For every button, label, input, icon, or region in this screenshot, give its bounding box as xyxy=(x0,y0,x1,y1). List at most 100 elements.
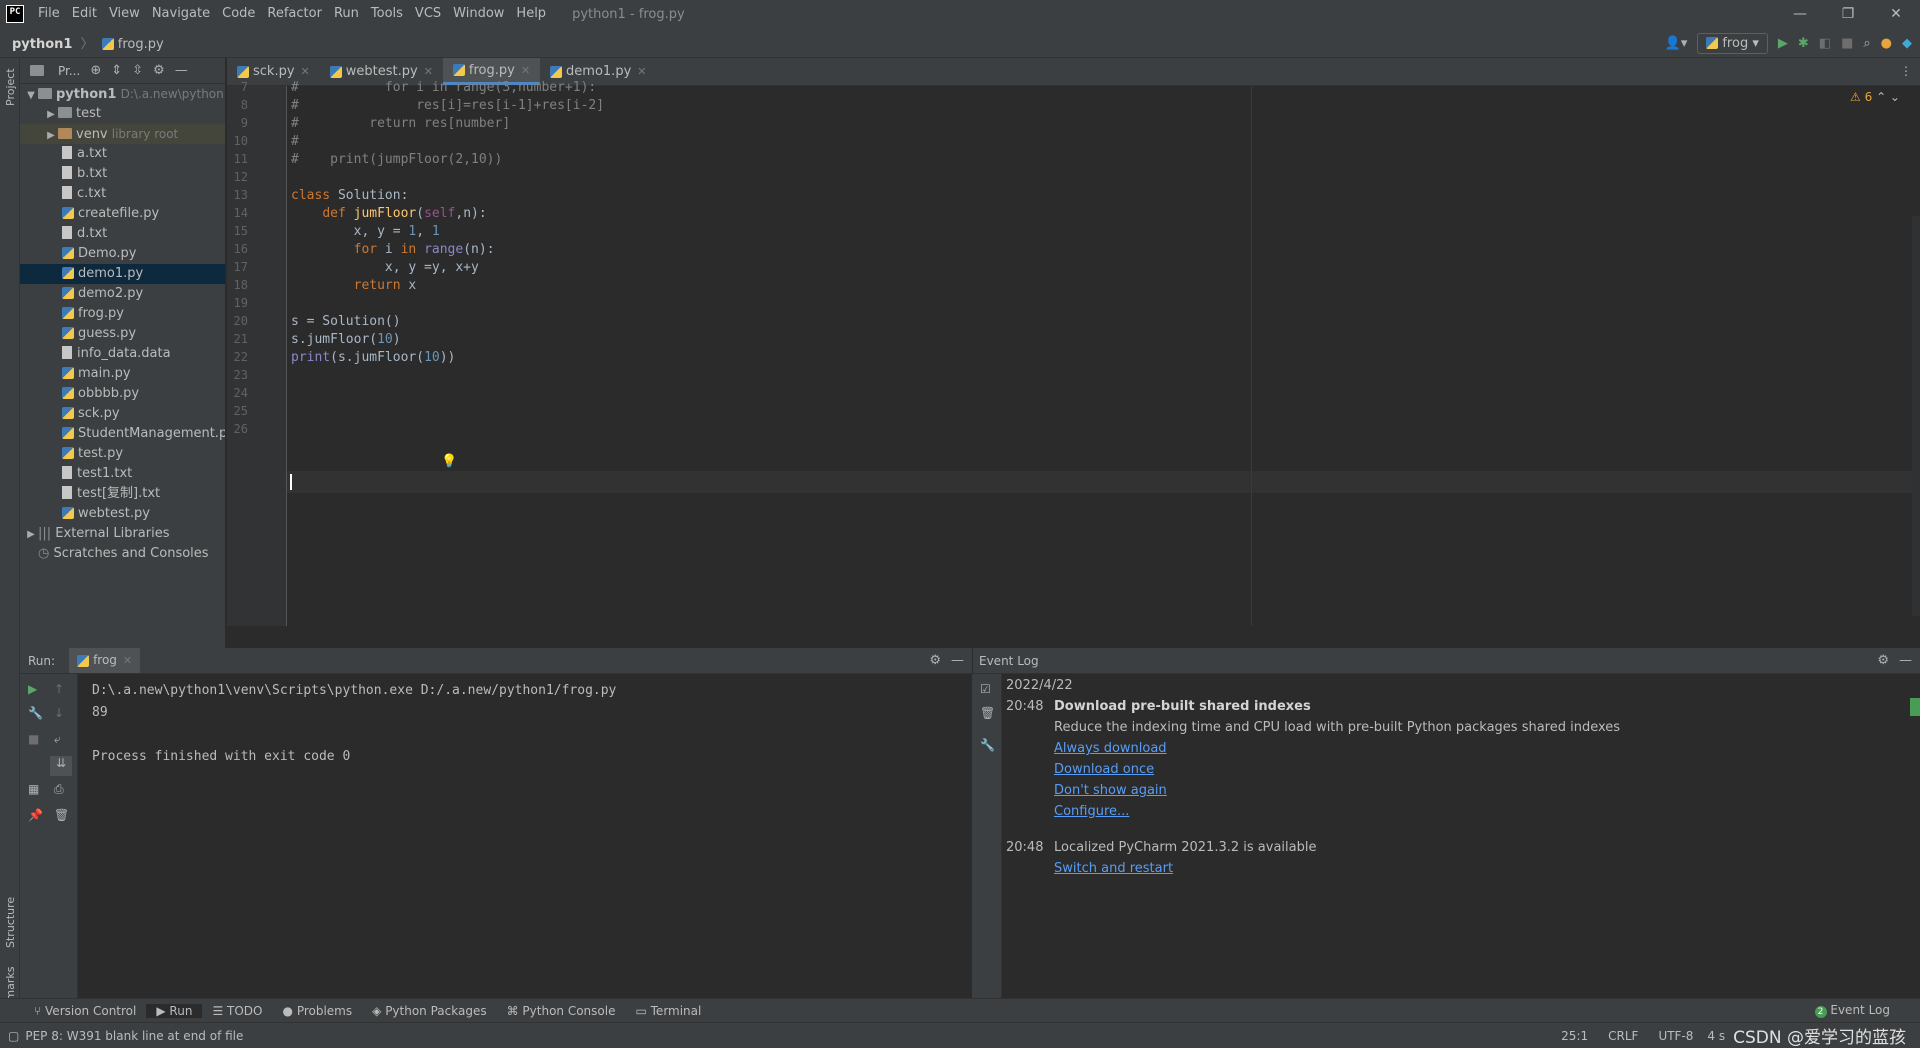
stop-icon[interactable]: ■ xyxy=(1841,36,1853,51)
tree-file[interactable]: createfile.py xyxy=(20,204,225,224)
tree-file[interactable]: a.txt xyxy=(20,144,225,164)
tree-file[interactable]: webtest.py xyxy=(20,504,225,524)
more-icon[interactable]: ⋮ xyxy=(1900,58,1920,85)
close-icon[interactable]: ✕ xyxy=(123,648,132,673)
lightbulb-icon[interactable]: 💡 xyxy=(441,454,457,469)
coverage-icon[interactable]: ◧ xyxy=(1819,36,1831,51)
mark-read-icon[interactable]: ☑ xyxy=(980,682,991,696)
project-view-select[interactable]: Pr... xyxy=(58,64,80,78)
version-control-button[interactable]: ⑂ Version Control xyxy=(24,1004,146,1018)
menu-code[interactable]: Code xyxy=(216,0,261,28)
project-tool-button[interactable]: Project xyxy=(4,68,17,106)
tree-file[interactable]: sck.py xyxy=(20,404,225,424)
up-icon[interactable]: ↑ xyxy=(54,682,64,696)
python-packages-button[interactable]: ◈ Python Packages xyxy=(362,1004,496,1018)
configure-link[interactable]: Configure... xyxy=(1054,804,1129,819)
external-libraries[interactable]: ▶ ||| External Libraries xyxy=(20,524,225,544)
code-editor[interactable]: ⚠ 6 ⌃ ⌄ 💡 # for i in range(3,number+1): #… xyxy=(287,80,1920,626)
close-icon[interactable]: ✕ xyxy=(637,58,646,85)
breadcrumb-project[interactable]: python1 xyxy=(12,37,72,52)
rerun-icon[interactable]: ▶ xyxy=(28,682,37,696)
soft-wrap-icon[interactable]: ⤶ xyxy=(54,732,61,747)
update-icon[interactable]: ● xyxy=(1881,36,1892,51)
run-icon[interactable]: ▶ xyxy=(1778,36,1788,51)
trash-icon[interactable]: 🗑 xyxy=(54,808,69,822)
tree-file[interactable]: b.txt xyxy=(20,164,225,184)
download-once-link[interactable]: Download once xyxy=(1054,762,1154,777)
menu-window[interactable]: Window xyxy=(447,0,510,28)
user-icon[interactable]: 👤▾ xyxy=(1665,36,1688,51)
tree-file[interactable]: c.txt xyxy=(20,184,225,204)
print-icon[interactable]: ⎙ xyxy=(54,782,64,797)
scratches-and-consoles[interactable]: ◷ Scratches and Consoles xyxy=(20,544,225,564)
stop-icon[interactable]: ■ xyxy=(28,732,39,746)
hide-icon[interactable]: — xyxy=(175,63,188,78)
python-console-button[interactable]: ⌘ Python Console xyxy=(497,1004,626,1018)
menu-edit[interactable]: Edit xyxy=(66,0,103,28)
close-button[interactable]: ✕ xyxy=(1872,0,1920,28)
collapse-all-icon[interactable]: ⇳ xyxy=(132,63,143,78)
restore-button[interactable]: ❐ xyxy=(1824,0,1872,28)
menu-tools[interactable]: Tools xyxy=(365,0,409,28)
tree-folder[interactable]: ▶ venv library root xyxy=(20,124,225,144)
search-icon[interactable]: ⌕ xyxy=(1863,36,1870,51)
layout-icon[interactable]: ▦ xyxy=(28,782,39,796)
menu-navigate[interactable]: Navigate xyxy=(146,0,216,28)
run-configuration-select[interactable]: frog ▾ xyxy=(1697,32,1768,54)
menu-file[interactable]: File xyxy=(32,0,66,28)
file-encoding[interactable]: UTF-8 xyxy=(1658,1029,1693,1043)
tree-file[interactable]: demo1.py xyxy=(20,264,225,284)
terminal-button[interactable]: ▭ Terminal xyxy=(625,1004,711,1018)
breadcrumb-file[interactable]: frog.py xyxy=(118,37,164,52)
tree-file[interactable]: main.py xyxy=(20,364,225,384)
tree-file[interactable]: demo2.py xyxy=(20,284,225,304)
switch-and-restart-link[interactable]: Switch and restart xyxy=(1054,861,1173,876)
editor-scrollbar[interactable] xyxy=(1912,216,1920,616)
problems-button[interactable]: ● Problems xyxy=(273,1004,363,1018)
tree-file[interactable]: Demo.py xyxy=(20,244,225,264)
locate-icon[interactable]: ⊕ xyxy=(90,63,101,78)
tree-file[interactable]: obbbb.py xyxy=(20,384,225,404)
todo-button[interactable]: ☰ TODO xyxy=(202,1004,272,1018)
tree-file[interactable]: info_data.data xyxy=(20,344,225,364)
tree-root[interactable]: ▼ python1 D:\.a.new\python1 xyxy=(20,84,225,104)
tree-file[interactable]: frog.py xyxy=(20,304,225,324)
tree-file[interactable]: StudentManagement.py xyxy=(20,424,225,444)
trash-icon[interactable]: 🗑 xyxy=(980,706,995,720)
tree-file[interactable]: guess.py xyxy=(20,324,225,344)
expand-all-icon[interactable]: ⇕ xyxy=(111,63,122,78)
event-log-button[interactable]: 2 Event Log xyxy=(1805,1003,1900,1018)
structure-tool-button[interactable]: Structure xyxy=(4,897,17,948)
caret-position[interactable]: 25:1 xyxy=(1561,1029,1588,1043)
run-console-output[interactable]: D:\.a.new\python1\venv\Scripts\python.ex… xyxy=(78,674,972,998)
menu-help[interactable]: Help xyxy=(510,0,552,28)
run-tool-button[interactable]: ▶ Run xyxy=(146,1003,203,1018)
menu-refactor[interactable]: Refactor xyxy=(261,0,328,28)
menu-view[interactable]: View xyxy=(103,0,146,28)
scroll-to-end-icon[interactable]: ⇊ xyxy=(50,756,72,776)
menu-run[interactable]: Run xyxy=(328,0,365,28)
gear-icon[interactable]: ⚙ xyxy=(153,63,165,78)
hide-icon[interactable]: — xyxy=(1899,653,1912,668)
run-tab-frog[interactable]: frog ✕ xyxy=(69,648,141,673)
plugin-icon[interactable]: ◆ xyxy=(1902,36,1912,51)
wrench-icon[interactable]: 🔧 xyxy=(28,706,43,720)
tree-file[interactable]: test.py xyxy=(20,444,225,464)
minimize-button[interactable]: — xyxy=(1776,0,1824,28)
gear-icon[interactable]: ⚙ xyxy=(929,653,941,668)
down-icon[interactable]: ↓ xyxy=(54,706,64,720)
indent-setting[interactable]: 4 s xyxy=(1707,1029,1725,1043)
dont-show-again-link[interactable]: Don't show again xyxy=(1054,783,1167,798)
pin-icon[interactable]: 📌 xyxy=(28,808,43,822)
wrench-icon[interactable]: 🔧 xyxy=(980,738,995,752)
tree-file[interactable]: test[复制].txt xyxy=(20,484,225,504)
inspection-widget[interactable]: ⚠ 6 ⌃ ⌄ xyxy=(1850,90,1900,104)
line-separator[interactable]: CRLF xyxy=(1608,1029,1638,1043)
always-download-link[interactable]: Always download xyxy=(1054,741,1167,756)
tree-file[interactable]: test1.txt xyxy=(20,464,225,484)
tree-folder[interactable]: ▶ test xyxy=(20,104,225,124)
hide-icon[interactable]: — xyxy=(951,653,964,668)
gear-icon[interactable]: ⚙ xyxy=(1877,653,1889,668)
debug-icon[interactable]: ✱ xyxy=(1798,36,1809,51)
tree-file[interactable]: d.txt xyxy=(20,224,225,244)
